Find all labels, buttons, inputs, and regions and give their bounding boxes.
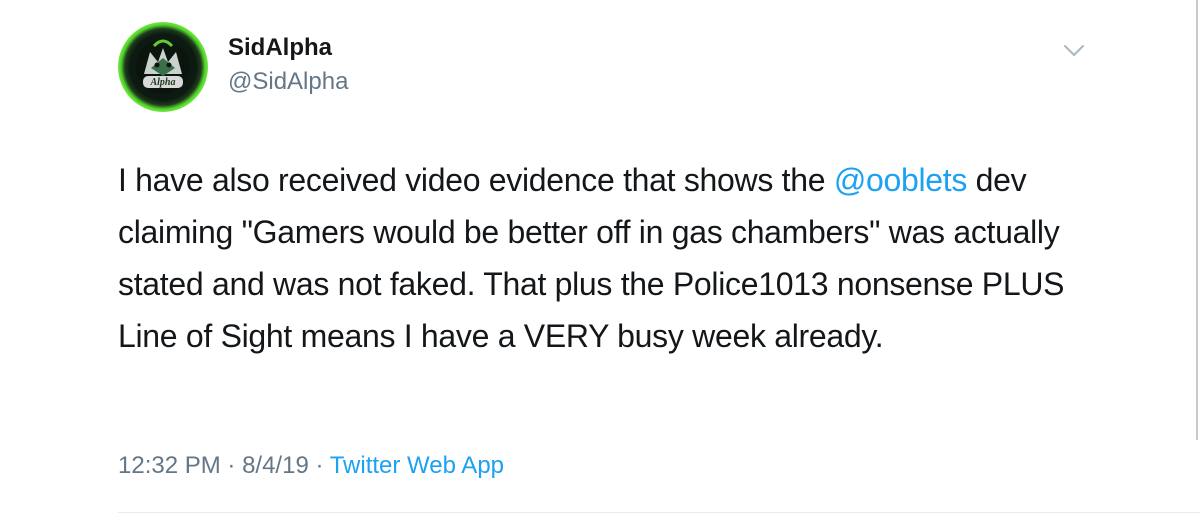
mention-link[interactable]: @ooblets (834, 162, 968, 198)
author-handle[interactable]: @SidAlpha (228, 68, 348, 96)
tweet-date[interactable]: 8/4/19 (242, 452, 309, 479)
avatar-logo-text: Alpha (149, 77, 175, 88)
meta-separator: · (220, 452, 243, 479)
tweet-card: Alpha SidAlpha @SidAlpha I have also rec… (0, 0, 1200, 526)
author-name[interactable]: SidAlpha (228, 34, 332, 62)
alpha-logo-icon: Alpha (136, 39, 190, 94)
avatar[interactable]: Alpha (118, 22, 208, 112)
meta-separator: · (308, 452, 330, 479)
tweet-time[interactable]: 12:32 PM (118, 452, 221, 479)
tweet-source-link[interactable]: Twitter Web App (330, 452, 504, 479)
scrollbar[interactable] (1196, 0, 1198, 440)
divider (118, 512, 1200, 513)
tweet-text: I have also received video evidence that… (118, 154, 1078, 362)
chevron-down-icon[interactable] (1062, 42, 1086, 60)
tweet-meta: 12:32 PM · 8/4/19 · Twitter Web App (118, 452, 504, 480)
tweet-text-before-mention: I have also received video evidence that… (118, 162, 834, 198)
